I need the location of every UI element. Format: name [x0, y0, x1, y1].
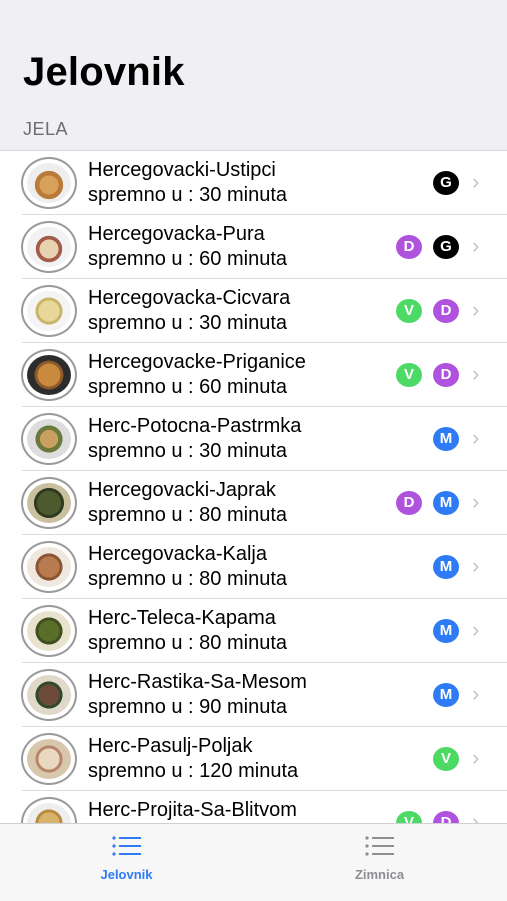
chevron-right-icon: ›: [472, 809, 480, 824]
dish-name: Hercegovacki-Ustipci: [88, 159, 276, 181]
dish-thumbnail: [21, 157, 77, 209]
list-item[interactable]: Hercegovacki-Ustipci spremno u : 30 minut…: [0, 151, 507, 215]
tab-label: Zimnica: [354, 867, 405, 882]
badge-d: D: [396, 491, 422, 515]
chevron-right-icon: ›: [472, 553, 480, 578]
list-item[interactable]: Herc-Rastika-Sa-Mesom spremno u : 90 minu…: [0, 663, 507, 727]
list-item[interactable]: Hercegovacka-Cicvara spremno u : 30 minut…: [0, 279, 507, 343]
chevron-right-icon: ›: [472, 361, 480, 386]
badge-d: D: [433, 363, 459, 387]
list-item[interactable]: Herc-Pasulj-Poljak spremno u : 120 minuta…: [0, 727, 507, 791]
dish-prep-time: spremno u : 80 minuta: [88, 568, 287, 590]
dish-prep-time: spremno u : 60 minuta: [88, 376, 287, 398]
tab-label: Jelovnik: [100, 867, 153, 882]
list-item[interactable]: Herc-Potocna-Pastrmka spremno u : 30 minu…: [0, 407, 507, 471]
dish-name: Hercegovacki-Japrak: [88, 479, 276, 501]
list-item[interactable]: Herc-Projita-Sa-Blitvom V D ›: [0, 791, 507, 824]
dish-thumbnail: [21, 221, 77, 273]
chevron-right-icon: ›: [472, 233, 480, 258]
dish-name: Herc-Pasulj-Poljak: [88, 735, 253, 757]
dish-prep-time: spremno u : 80 minuta: [88, 504, 287, 526]
dish-prep-time: spremno u : 90 minuta: [88, 696, 287, 718]
dish-prep-time: spremno u : 60 minuta: [88, 248, 287, 270]
chevron-right-icon: ›: [472, 489, 480, 514]
badge-d: D: [433, 299, 459, 323]
dish-name: Hercegovacka-Kalja: [88, 543, 267, 565]
dish-name: Hercegovacka-Cicvara: [88, 287, 291, 309]
badge-v: V: [396, 299, 422, 323]
dish-thumbnail: [21, 797, 77, 824]
badge-m: M: [433, 619, 459, 643]
badge-m: M: [433, 555, 459, 579]
dish-name: Hercegovacka-Pura: [88, 223, 265, 245]
dish-name: Herc-Projita-Sa-Blitvom: [88, 799, 297, 821]
badge-v: V: [433, 747, 459, 771]
chevron-right-icon: ›: [472, 681, 480, 706]
dish-thumbnail: [21, 605, 77, 657]
dish-prep-time: spremno u : 30 minuta: [88, 312, 287, 334]
badge-m: M: [433, 427, 459, 451]
dish-list[interactable]: Hercegovacki-Ustipci spremno u : 30 minut…: [0, 150, 507, 824]
chevron-right-icon: ›: [472, 617, 480, 642]
dish-prep-time: spremno u : 120 minuta: [88, 760, 299, 782]
list-item[interactable]: Hercegovacka-Pura spremno u : 60 minuta D G…: [0, 215, 507, 279]
tab-zimnica[interactable]: Zimnica: [253, 824, 506, 901]
dish-thumbnail: [21, 541, 77, 593]
list-icon: [112, 836, 141, 856]
list-item[interactable]: Hercegovacke-Priganice spremno u : 60 min…: [0, 343, 507, 407]
badge-m: M: [433, 683, 459, 707]
dish-thumbnail: [21, 477, 77, 529]
dish-name: Hercegovacke-Priganice: [88, 351, 306, 373]
chevron-right-icon: ›: [472, 425, 480, 450]
nav-header: Jelovnik JELA: [0, 0, 507, 150]
badge-g: G: [433, 235, 459, 259]
dish-thumbnail: [21, 733, 77, 785]
list-item[interactable]: Hercegovacki-Japrak spremno u : 80 minuta…: [0, 471, 507, 535]
dish-thumbnail: [21, 285, 77, 337]
badge-g: G: [433, 171, 459, 195]
dish-prep-time: spremno u : 30 minuta: [88, 440, 287, 462]
list-item[interactable]: Hercegovacka-Kalja spremno u : 80 minuta M…: [0, 535, 507, 599]
chevron-right-icon: ›: [472, 297, 480, 322]
chevron-right-icon: ›: [472, 169, 480, 194]
dish-thumbnail: [21, 349, 77, 401]
section-header: JELA: [23, 119, 69, 139]
dish-prep-time: spremno u : 30 minuta: [88, 184, 287, 206]
badge-m: M: [433, 491, 459, 515]
dish-name: Herc-Rastika-Sa-Mesom: [88, 671, 307, 693]
dish-name: Herc-Potocna-Pastrmka: [88, 415, 302, 437]
tab-bar: Jelovnik Zimnica: [0, 823, 507, 901]
page-title: Jelovnik: [23, 50, 185, 94]
dish-thumbnail: [21, 413, 77, 465]
chevron-right-icon: ›: [472, 745, 480, 770]
dish-prep-time: spremno u : 80 minuta: [88, 632, 287, 654]
tab-jelovnik[interactable]: Jelovnik: [0, 824, 253, 901]
list-icon: [365, 836, 394, 856]
dish-name: Herc-Teleca-Kapama: [88, 607, 276, 629]
dish-thumbnail: [21, 669, 77, 721]
list-item[interactable]: Herc-Teleca-Kapama spremno u : 80 minuta M…: [0, 599, 507, 663]
badge-v: V: [396, 363, 422, 387]
badge-d: D: [396, 235, 422, 259]
